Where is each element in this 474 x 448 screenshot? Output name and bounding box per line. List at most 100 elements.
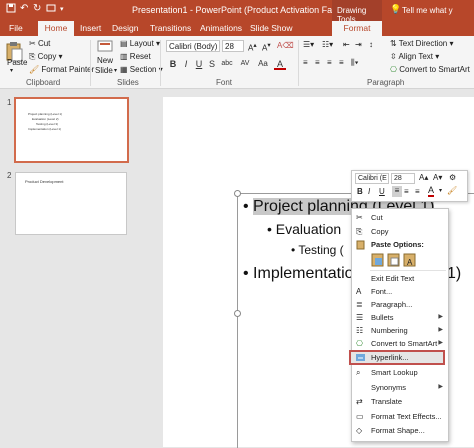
paste-button[interactable]: Paste bbox=[7, 58, 27, 67]
mini-underline-button[interactable]: U bbox=[379, 187, 385, 196]
new-slide-dropdown-icon[interactable]: ▾ bbox=[114, 67, 117, 74]
mini-size-select[interactable]: 28 bbox=[391, 173, 415, 184]
menu-item-synonyms[interactable]: Synonyms ▶ bbox=[352, 381, 448, 394]
align-right-icon[interactable]: ≡ bbox=[327, 58, 332, 67]
tab-home[interactable]: Home bbox=[38, 21, 74, 36]
line-spacing-icon[interactable]: ↕ bbox=[369, 40, 373, 49]
font-name-value: Calibri (Body) bbox=[169, 42, 218, 51]
mini-grow-font-icon[interactable]: A▴ bbox=[419, 173, 428, 182]
slide-number: 2 bbox=[7, 171, 12, 180]
tab-insert[interactable]: Insert bbox=[80, 23, 101, 33]
tab-transitions[interactable]: Transitions bbox=[150, 23, 191, 33]
undo-icon[interactable]: ↶ bbox=[20, 3, 28, 14]
menu-item-paragraph[interactable]: ≣ Paragraph... bbox=[352, 298, 448, 311]
format-painter-button[interactable]: 🖌 Format Painter bbox=[29, 65, 94, 74]
cut-button[interactable]: ✂ Cut bbox=[29, 39, 50, 48]
tab-slide-show[interactable]: Slide Show bbox=[250, 23, 293, 33]
paste-text-only-icon[interactable]: A bbox=[403, 253, 416, 267]
ribbon-tabs: File Home Insert Design Transitions Anim… bbox=[0, 21, 474, 36]
paste-keep-source-icon[interactable] bbox=[371, 253, 384, 267]
menu-item-smart-lookup[interactable]: ⌕ Smart Lookup bbox=[352, 366, 448, 379]
new-slide-label[interactable]: New bbox=[97, 56, 113, 65]
slideshow-icon[interactable] bbox=[46, 3, 56, 16]
section-button[interactable]: ▦ Section ▾ bbox=[120, 65, 163, 74]
numbering-icon[interactable]: ☷▾ bbox=[322, 40, 333, 49]
font-size-select[interactable]: 28 bbox=[222, 40, 244, 52]
scissors-icon: ✂ bbox=[356, 213, 363, 222]
menu-item-font[interactable]: A Font... bbox=[352, 285, 448, 298]
paste-picture-icon[interactable] bbox=[387, 253, 400, 267]
strike-through-button[interactable]: S bbox=[206, 58, 218, 70]
text-shadow-button[interactable]: abc bbox=[219, 58, 235, 70]
menu-item-convert-smartart[interactable]: ⎔ Convert to SmartArt ▶ bbox=[352, 337, 448, 350]
clear-format-icon[interactable]: A⌫ bbox=[277, 41, 294, 50]
font-color-button[interactable]: A bbox=[274, 58, 286, 70]
mini-shrink-font-icon[interactable]: A▾ bbox=[433, 173, 442, 182]
increase-indent-icon[interactable]: ⇥ bbox=[355, 40, 362, 49]
tab-animations[interactable]: Animations bbox=[200, 23, 242, 33]
new-slide-icon[interactable] bbox=[97, 40, 113, 54]
mini-font-color-dropdown-icon[interactable]: ▾ bbox=[439, 187, 442, 194]
menu-item-bullets[interactable]: ☰ Bullets ▶ bbox=[352, 311, 448, 324]
shrink-font-icon[interactable]: A▾ bbox=[262, 41, 271, 53]
menu-label: Copy bbox=[371, 227, 389, 236]
format-painter-label: Format Painter bbox=[41, 65, 95, 74]
mini-font-select[interactable]: Calibri (E bbox=[355, 173, 389, 184]
paste-dropdown-icon[interactable]: ▾ bbox=[10, 67, 13, 74]
level-2-text[interactable]: Evaluation bbox=[276, 221, 341, 237]
change-case-button[interactable]: Aa bbox=[256, 58, 270, 70]
resize-handle[interactable] bbox=[234, 190, 241, 197]
underline-button[interactable]: U bbox=[193, 58, 205, 70]
font-name-select[interactable]: Calibri (Body) bbox=[166, 40, 220, 52]
mini-format-painter-icon[interactable]: 🖌 bbox=[447, 186, 457, 195]
menu-item-cut[interactable]: ✂ Cut bbox=[352, 211, 448, 224]
thumb-title: Product Development bbox=[25, 179, 64, 184]
copy-button[interactable]: ⎘ Copy ▾ bbox=[29, 52, 63, 62]
character-spacing-button[interactable]: AV bbox=[238, 58, 252, 70]
align-left-icon[interactable]: ≡ bbox=[303, 58, 308, 67]
reset-button[interactable]: ▥ Reset bbox=[120, 52, 151, 61]
mini-bold-button[interactable]: B bbox=[357, 187, 363, 196]
mini-align-right-icon[interactable]: ≡ bbox=[415, 187, 420, 196]
mini-align-left-icon[interactable]: ≡ bbox=[392, 186, 402, 197]
bold-button[interactable]: B bbox=[167, 58, 179, 70]
grow-font-icon[interactable]: A▴ bbox=[248, 41, 257, 53]
convert-smartart-button[interactable]: ⎔ Convert to SmartArt bbox=[390, 65, 470, 74]
mini-italic-button[interactable]: I bbox=[368, 187, 370, 196]
customize-toolbar-icon[interactable]: ▾ bbox=[60, 5, 64, 13]
mini-align-center-icon[interactable]: ≡ bbox=[404, 187, 409, 196]
menu-item-numbering[interactable]: ☷ Numbering ▶ bbox=[352, 324, 448, 337]
slide-thumbnail-1[interactable]: Project planning (Level 1) Evaluation (L… bbox=[14, 97, 129, 163]
resize-handle[interactable] bbox=[234, 310, 241, 317]
tab-file[interactable]: File bbox=[9, 23, 23, 33]
numbering-icon: ☷ bbox=[356, 326, 364, 335]
decrease-indent-icon[interactable]: ⇤ bbox=[343, 40, 350, 49]
level-1b-text[interactable]: Implementatio bbox=[253, 265, 354, 282]
menu-item-exit-edit-text[interactable]: Exit Edit Text bbox=[352, 272, 448, 285]
italic-button[interactable]: I bbox=[180, 58, 192, 70]
save-icon[interactable] bbox=[6, 3, 16, 16]
level-3-text[interactable]: Testing ( bbox=[298, 243, 343, 257]
tab-format[interactable]: Format bbox=[332, 21, 382, 36]
paragraph-group-label: Paragraph bbox=[367, 78, 405, 87]
tab-design[interactable]: Design bbox=[112, 23, 138, 33]
mini-style-icon[interactable]: ⚙ bbox=[449, 173, 456, 182]
justify-icon[interactable]: ≡ bbox=[339, 58, 344, 67]
menu-item-copy[interactable]: ⎘ Copy bbox=[352, 225, 448, 238]
layout-button[interactable]: ▤ Layout ▾ bbox=[120, 39, 160, 48]
columns-icon[interactable]: ⫼▾ bbox=[351, 58, 359, 68]
menu-item-hyperlink[interactable]: Hyperlink... bbox=[349, 350, 445, 365]
new-slide-label-2[interactable]: Slide bbox=[95, 66, 113, 75]
text-direction-button[interactable]: ⇅ Text Direction ▾ bbox=[390, 39, 454, 48]
align-text-button[interactable]: ⇳ Align Text ▾ bbox=[390, 52, 439, 61]
menu-item-format-text-effects[interactable]: ▭ Format Text Effects... bbox=[352, 410, 448, 423]
redo-icon[interactable]: ↻ bbox=[33, 3, 41, 14]
menu-item-translate[interactable]: ⇄ Translate bbox=[352, 395, 448, 408]
align-center-icon[interactable]: ≡ bbox=[315, 58, 320, 67]
menu-item-format-shape[interactable]: ◇ Format Shape... bbox=[352, 424, 448, 437]
bullets-icon[interactable]: ☰▾ bbox=[303, 40, 314, 49]
mini-font-color-button[interactable]: A bbox=[428, 186, 435, 197]
paste-icon bbox=[356, 240, 365, 250]
slide-thumbnail-2[interactable]: Product Development bbox=[15, 172, 127, 235]
tell-me-box[interactable]: Tell me what y bbox=[402, 6, 453, 15]
